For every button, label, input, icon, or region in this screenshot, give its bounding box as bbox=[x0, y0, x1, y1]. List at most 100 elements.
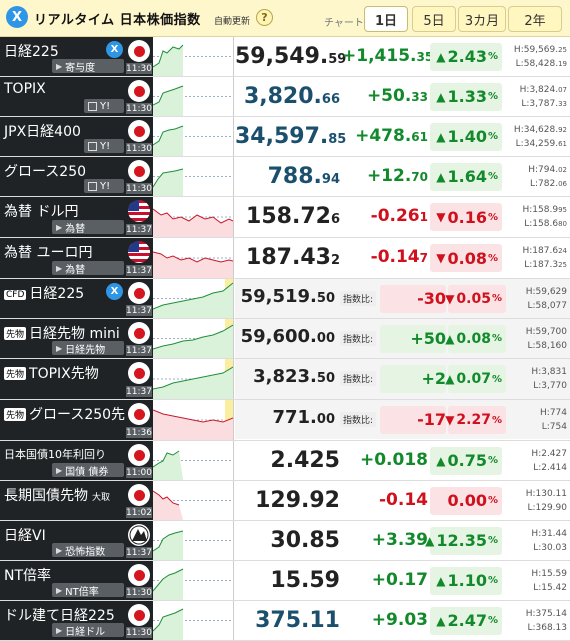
name-cell[interactable]: 日本国債10年利回り ▶ 国債 債券 bbox=[0, 441, 125, 480]
quote-row[interactable]: 長期国債先物 大取 11:02 129.92 -0.14 0.00% H:130.11 L:… bbox=[0, 481, 570, 520]
name-cell[interactable]: JPX日経400 Y! bbox=[0, 117, 125, 156]
quote-row[interactable]: 先物 日経先物 mini ▶ 日経先物 11:37 59,600.00 指数比: +50 ▲ 0… bbox=[0, 319, 570, 358]
instrument-name-text: 日本国債10年利回り bbox=[4, 448, 106, 461]
name-cell[interactable]: CFD 日経225 X bbox=[0, 279, 125, 318]
sub-link[interactable]: Y! bbox=[84, 139, 124, 153]
x-share-icon[interactable]: X bbox=[6, 6, 28, 28]
change-value: +9.03 bbox=[342, 610, 428, 630]
name-cell[interactable]: 先物 TOPIX先物 bbox=[0, 359, 125, 399]
percent-value: 0.08 bbox=[447, 248, 487, 268]
price-value: 375.11 bbox=[235, 608, 340, 633]
down-triangle-icon: ▼ bbox=[445, 413, 455, 427]
sub-link[interactable]: ▶ 為替 bbox=[52, 261, 124, 276]
sub-link[interactable]: ▶ 為替 bbox=[52, 220, 124, 235]
instrument-name[interactable]: 長期国債先物 大取 bbox=[4, 485, 110, 505]
quote-row[interactable]: 日本国債10年利回り ▶ 国債 債券 11:00 2.425 +0.018 ▲ 0.75% H… bbox=[0, 441, 570, 480]
instrument-name[interactable]: 先物 グロース250先物 bbox=[4, 404, 139, 424]
sub-link[interactable]: Y! bbox=[84, 99, 124, 113]
instrument-name[interactable]: 為替 ドル円 bbox=[4, 201, 78, 221]
price-main: 2.425 bbox=[270, 447, 340, 473]
quote-row[interactable]: 為替 ドル円 ▶ 為替 11:37 158.726 -0.261 ▼ 0.16% H:158.… bbox=[0, 197, 570, 237]
high-low: H:130.11 L:129.90 bbox=[526, 487, 567, 515]
instrument-name-text: 日経225 bbox=[29, 286, 85, 302]
name-cell[interactable]: 日経VI ▶ 恐怖指数 bbox=[0, 521, 125, 560]
sub-link[interactable]: ▶ NT倍率 bbox=[52, 583, 124, 598]
quote-row[interactable]: JPX日経400 Y! 11:30 34,597.85 +478.61 ▲ 1.40% H:… bbox=[0, 117, 570, 156]
x-share-icon[interactable]: X bbox=[106, 41, 123, 58]
mini-chart[interactable] bbox=[153, 238, 234, 278]
mini-chart[interactable] bbox=[153, 319, 234, 358]
instrument-name[interactable]: 日経VI bbox=[4, 525, 46, 545]
name-cell[interactable]: グロース250 Y! bbox=[0, 157, 125, 196]
sub-link[interactable]: ▶ 日経先物 bbox=[52, 341, 124, 356]
name-cell[interactable]: 日経225 X ▶ 寄与度 bbox=[0, 37, 125, 76]
flag-cell: 11:36 bbox=[125, 400, 153, 440]
quote-row[interactable]: ドル建て日経225 ▶ 日経ドル 11:30 375.11 +9.03 ▲ 2.47% H:3… bbox=[0, 601, 570, 640]
mini-chart[interactable] bbox=[153, 197, 234, 237]
sub-link[interactable]: ▶ 日経ドル bbox=[52, 623, 124, 638]
mini-chart[interactable] bbox=[153, 77, 234, 116]
up-triangle-icon: ▲ bbox=[436, 49, 446, 64]
name-cell[interactable]: 先物 グロース250先物 bbox=[0, 400, 139, 440]
percent-sign: % bbox=[491, 333, 502, 344]
mini-chart[interactable] bbox=[153, 279, 234, 318]
name-cell[interactable]: ドル建て日経225 ▶ 日経ドル bbox=[0, 601, 125, 640]
tab-3m[interactable]: 3カ月 bbox=[458, 6, 506, 32]
mini-chart[interactable] bbox=[153, 359, 234, 399]
price-value: 771.00 bbox=[235, 407, 335, 428]
mini-chart[interactable] bbox=[153, 561, 234, 600]
low-value: L:782.06 bbox=[528, 177, 567, 191]
tab-2y[interactable]: 2年 bbox=[508, 6, 562, 32]
sub-link[interactable]: Y! bbox=[84, 179, 124, 193]
quote-row[interactable]: 先物 グロース250先物 11:36 771.00 指数比: -17 ▼ 2.27% H:77… bbox=[0, 400, 570, 440]
mini-chart[interactable] bbox=[153, 601, 234, 640]
quote-row[interactable]: グロース250 Y! 11:30 788.94 +12.70 ▲ 1.64% H:794.0… bbox=[0, 157, 570, 196]
instrument-name[interactable]: 為替 ユーロ円 bbox=[4, 242, 92, 262]
name-cell[interactable]: 為替 ユーロ円 ▶ 為替 bbox=[0, 238, 125, 278]
flag-cell: 11:37 bbox=[125, 197, 153, 237]
mini-chart[interactable] bbox=[153, 481, 234, 520]
mini-chart[interactable] bbox=[153, 157, 234, 196]
quote-row[interactable]: NT倍率 ▶ NT倍率 11:30 15.59 +0.17 ▲ 1.10% H:15.59 L:… bbox=[0, 561, 570, 600]
instrument-name[interactable]: 日本国債10年利回り bbox=[4, 446, 106, 462]
up-triangle-icon: ▲ bbox=[445, 331, 455, 346]
percent-change: ▲ 1.33% bbox=[430, 82, 502, 111]
instrument-name[interactable]: グロース250 bbox=[4, 161, 86, 181]
instrument-name[interactable]: 日経225 bbox=[4, 41, 59, 61]
name-cell[interactable]: NT倍率 ▶ NT倍率 bbox=[0, 561, 125, 600]
name-cell[interactable]: 先物 日経先物 mini ▶ 日経先物 bbox=[0, 319, 125, 358]
name-cell[interactable]: TOPIX Y! bbox=[0, 77, 125, 116]
mini-chart[interactable] bbox=[153, 37, 234, 76]
quote-row[interactable]: CFD 日経225 X 11:37 59,519.50 指数比: -30 ▼ 0.05% H:5… bbox=[0, 279, 570, 318]
tab-5d[interactable]: 5日 bbox=[412, 6, 456, 32]
japan-flag-dot bbox=[133, 408, 145, 420]
quote-row[interactable]: 先物 TOPIX先物 11:37 3,823.50 指数比: +2 ▲ 0.07% H:3,8… bbox=[0, 359, 570, 399]
quote-row[interactable]: TOPIX Y! 11:30 3,820.66 +50.33 ▲ 1.33% H:3,824… bbox=[0, 77, 570, 116]
percent-change: ▼ 2.27% bbox=[445, 406, 506, 434]
instrument-name[interactable]: TOPIX bbox=[4, 81, 46, 97]
quote-row[interactable]: 日経VI ▶ 恐怖指数 11:37 30.85 +3.39 ▲ 12.35% H:31.44 L… bbox=[0, 521, 570, 560]
quote-row[interactable]: 為替 ユーロ円 ▶ 為替 11:37 187.432 -0.147 ▼ 0.08% H:187… bbox=[0, 238, 570, 278]
mini-chart[interactable] bbox=[153, 117, 234, 156]
high-value: H:31.44 bbox=[531, 527, 567, 541]
instrument-name[interactable]: CFD 日経225 bbox=[4, 283, 84, 303]
sub-link[interactable]: ▶ 恐怖指数 bbox=[52, 543, 124, 558]
sub-link[interactable]: ▶ 国債 債券 bbox=[52, 463, 124, 478]
name-cell[interactable]: 為替 ドル円 ▶ 為替 bbox=[0, 197, 125, 237]
instrument-name[interactable]: 先物 TOPIX先物 bbox=[4, 363, 99, 383]
tab-1d[interactable]: 1日 bbox=[364, 6, 408, 32]
instrument-name[interactable]: JPX日経400 bbox=[4, 121, 81, 141]
mini-chart[interactable] bbox=[153, 400, 234, 440]
x-share-icon[interactable]: X bbox=[106, 283, 123, 300]
mini-chart[interactable] bbox=[153, 441, 234, 480]
low-main: L:187.3 bbox=[524, 260, 559, 270]
percent-change: ▼ 0.16% bbox=[430, 203, 502, 231]
help-icon[interactable]: ? bbox=[256, 9, 273, 26]
mini-chart[interactable] bbox=[153, 521, 234, 560]
sub-link[interactable]: ▶ 寄与度 bbox=[52, 59, 124, 74]
japan-flag-icon bbox=[128, 444, 150, 466]
instrument-name[interactable]: NT倍率 bbox=[4, 565, 51, 585]
update-time: 11:30 bbox=[126, 103, 152, 114]
name-cell[interactable]: 長期国債先物 大取 bbox=[0, 481, 125, 520]
quote-row[interactable]: 日経225 X ▶ 寄与度 11:30 59,549.59 +1,415.35 ▲ 2.43%… bbox=[0, 37, 570, 76]
